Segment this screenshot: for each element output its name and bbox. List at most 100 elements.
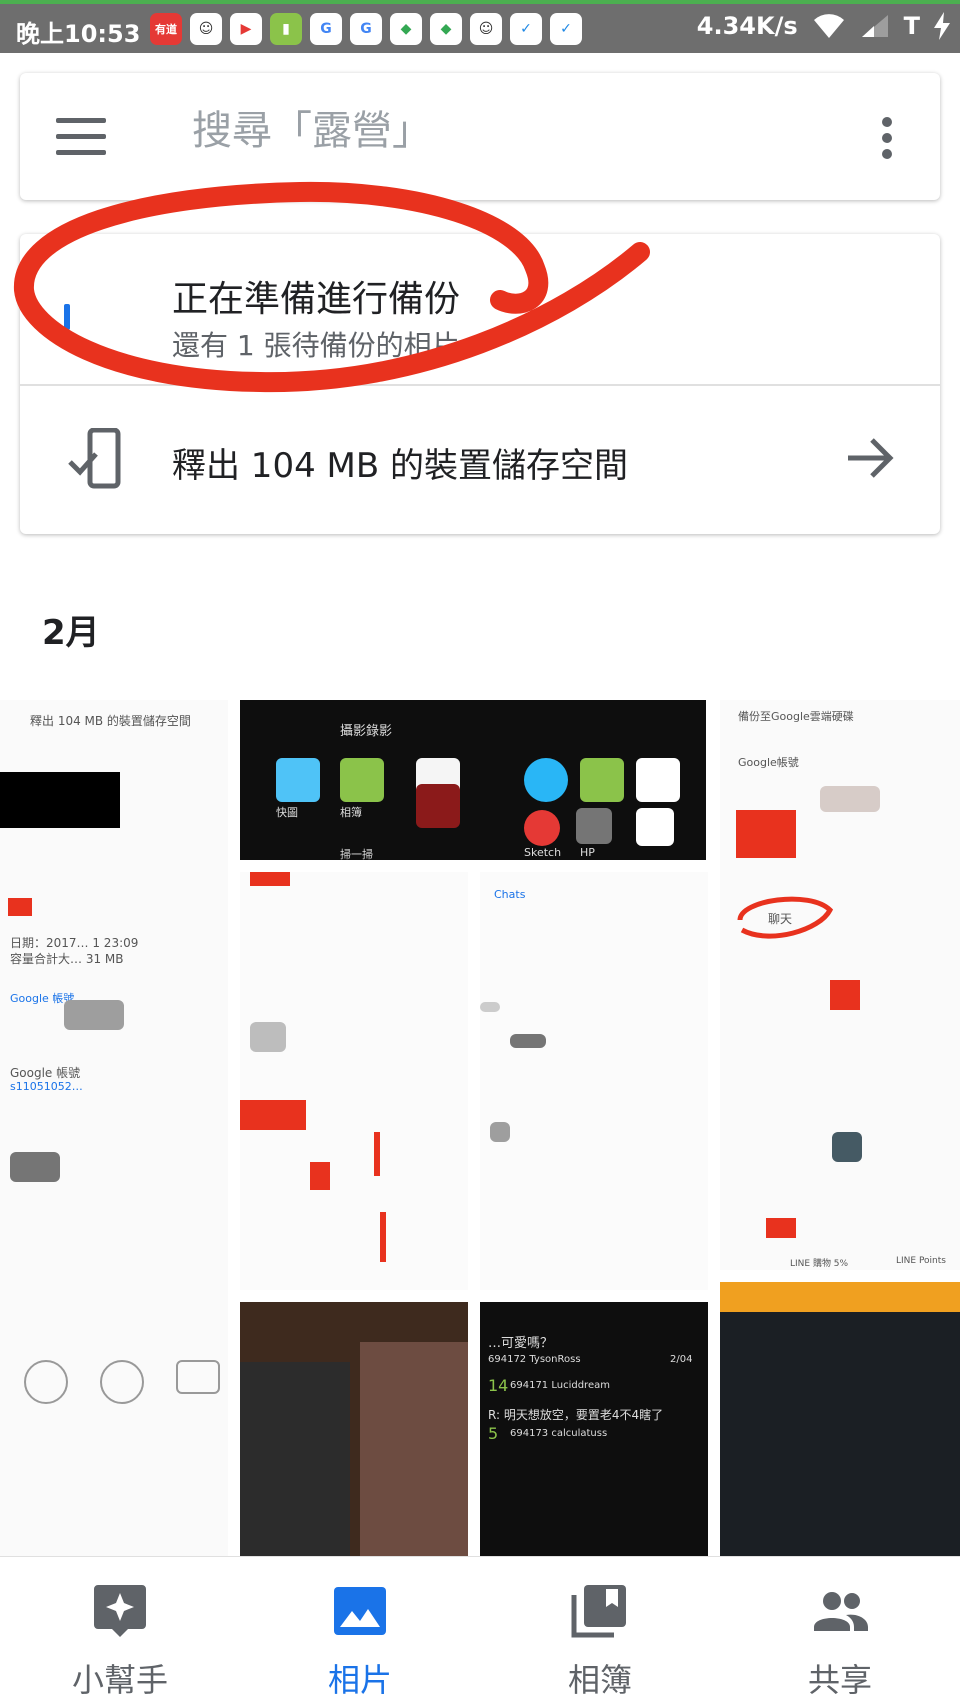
thumb-text: LINE Points	[896, 1256, 946, 1266]
carrier-label: T	[903, 12, 920, 40]
maps-app-icon: ◆	[390, 13, 422, 45]
thumb-red-circle	[737, 896, 834, 939]
google-app-icon-2: G	[350, 13, 382, 45]
baby-app-icon: ☺	[190, 13, 222, 45]
thumb-text: 694173 calculatuss	[510, 1428, 608, 1439]
month-header: 2月	[42, 613, 100, 653]
photo-thumbnail-8[interactable]: …可愛嗎？ 694172 TysonRoss 2/04 14 694171 Lu…	[480, 1302, 708, 1560]
status-bar: 晚上10:53 有道 ☺ ▶ ▮ G G ◆ ◆ ☺ ✓ ✓ 4.34K/s T	[0, 0, 960, 53]
backup-progress-icon	[64, 304, 70, 330]
hamburger-menu-icon[interactable]	[56, 118, 106, 155]
thumb-text: 容量合計大… 31 MB	[10, 952, 124, 966]
thumb-text: 694172 TysonRoss	[488, 1354, 581, 1365]
free-space-label: 釋出 104 MB 的裝置儲存空間	[172, 446, 628, 486]
search-input[interactable]	[190, 107, 794, 155]
thumb-add-friend-icon	[24, 1360, 68, 1404]
status-right: 4.34K/s T	[697, 12, 950, 40]
google-app-icon: G	[310, 13, 342, 45]
thumb-app-icon	[524, 758, 568, 802]
signal-icon	[861, 15, 888, 37]
backup-status-row[interactable]: 正在準備進行備份 還有 1 張待備份的相片	[20, 234, 940, 386]
thumb-app-icon	[580, 758, 624, 802]
thumb-icon	[100, 1360, 144, 1404]
youtube-app-icon: ▶	[230, 13, 262, 45]
thumb-photos-app-icon	[636, 808, 674, 846]
youdao-app-icon: 有道	[150, 13, 182, 45]
arrow-right-icon[interactable]	[844, 432, 896, 484]
photo-thumbnail-7[interactable]	[240, 1302, 468, 1560]
thumb-text: 14	[488, 1376, 509, 1395]
thumb-block	[10, 1152, 60, 1182]
thumb-block	[0, 772, 120, 828]
thumb-text: R: 明天想放空，要置老4不4瞎了	[488, 1408, 664, 1422]
backup-card: 正在準備進行備份 還有 1 張待備份的相片 釋出 104 MB 的裝置儲存空間	[20, 234, 940, 534]
more-vert-icon[interactable]	[882, 117, 894, 165]
charging-icon	[934, 12, 950, 40]
thumb-app-icon	[636, 758, 680, 802]
thumb-app-icon	[340, 758, 384, 802]
thumb-block	[820, 786, 880, 812]
maps-app-icon-2: ◆	[430, 13, 462, 45]
phone-check-icon	[68, 428, 121, 489]
thumb-text: 相簿	[340, 806, 362, 819]
thumb-block	[64, 1000, 124, 1030]
thumb-text: 2/04	[670, 1354, 693, 1365]
thumb-red-mark	[380, 1212, 386, 1262]
photo-thumbnail-3[interactable]	[240, 872, 468, 1290]
nav-label: 小幫手	[71, 1661, 168, 1699]
thumb-block	[480, 1002, 500, 1012]
thumb-text: Chats	[494, 888, 526, 901]
thumb-text: Google帳號	[738, 756, 799, 769]
photo-thumbnail-6[interactable]	[720, 1282, 960, 1560]
thumb-red-mark	[830, 980, 860, 1010]
thumb-text: 694171 Luciddream	[510, 1380, 610, 1391]
albums-icon	[571, 1585, 626, 1638]
thumb-block	[510, 1034, 546, 1048]
photo-thumbnail-4[interactable]: Chats	[480, 872, 708, 1290]
photo-thumbnail-5[interactable]: 備份至Google雲端硬碟 Google帳號 聊天 LINE 購物 5% LIN…	[720, 700, 960, 1270]
thumb-app-icon	[524, 810, 560, 846]
nav-sharing[interactable]: 共享	[720, 1557, 960, 1707]
thumb-text: HP	[580, 846, 595, 859]
battery-app-icon: ▮	[270, 13, 302, 45]
thumb-text: LINE 購物 5%	[790, 1259, 849, 1269]
thumb-app-icon	[576, 808, 612, 844]
thumb-text: 日期：2017… 1 23:09	[10, 936, 139, 950]
thumb-text: 釋出 104 MB 的裝置儲存空間	[30, 714, 191, 728]
thumb-text: 攝影錄影	[340, 724, 393, 739]
thumb-text: Google 帳號	[10, 1066, 81, 1080]
photo-thumbnail-2[interactable]: 攝影錄影 快圖 相簿 掃一掃 Sketch HP	[240, 700, 706, 860]
thumb-red-mark	[250, 872, 290, 886]
backup-subtitle: 還有 1 張待備份的相片	[172, 329, 460, 362]
thumb-text: …可愛嗎？	[488, 1336, 554, 1351]
assistant-icon	[94, 1585, 146, 1637]
nav-label: 共享	[807, 1661, 872, 1699]
baby-app-icon-2: ☺	[470, 13, 502, 45]
thumb-red-mark	[8, 898, 32, 916]
tasks-app-icon-2: ✓	[550, 13, 582, 45]
thumb-red-mark	[736, 810, 796, 858]
thumb-app-icon	[416, 784, 460, 828]
thumb-block	[240, 1362, 350, 1560]
thumb-block	[360, 1342, 468, 1560]
thumb-text: s11051052…	[10, 1080, 83, 1093]
photo-thumbnail-1[interactable]: 釋出 104 MB 的裝置儲存空間 日期：2017… 1 23:09 容量合計大…	[0, 700, 228, 1560]
free-space-row[interactable]: 釋出 104 MB 的裝置儲存空間	[20, 386, 940, 534]
thumb-text: 掃一掃	[340, 848, 373, 860]
search-bar	[20, 73, 940, 200]
nav-albums[interactable]: 相簿	[480, 1557, 720, 1707]
status-time: 晚上10:53	[16, 20, 141, 48]
thumb-icon	[490, 1122, 510, 1142]
thumb-block	[720, 1312, 960, 1560]
thumb-block	[250, 1022, 286, 1052]
thumb-app-icon	[276, 758, 320, 802]
thumb-red-mark	[310, 1162, 330, 1190]
nav-photos[interactable]: 相片	[240, 1557, 480, 1707]
notification-icons: 有道 ☺ ▶ ▮ G G ◆ ◆ ☺ ✓ ✓	[150, 13, 582, 45]
photos-icon	[334, 1587, 386, 1635]
nav-label: 相片	[327, 1661, 392, 1699]
backup-title: 正在準備進行備份	[172, 279, 461, 320]
photo-grid: 釋出 104 MB 的裝置儲存空間 日期：2017… 1 23:09 容量合計大…	[0, 700, 960, 1560]
nav-assistant[interactable]: 小幫手	[0, 1557, 240, 1707]
thumb-text: 快圖	[276, 806, 298, 819]
